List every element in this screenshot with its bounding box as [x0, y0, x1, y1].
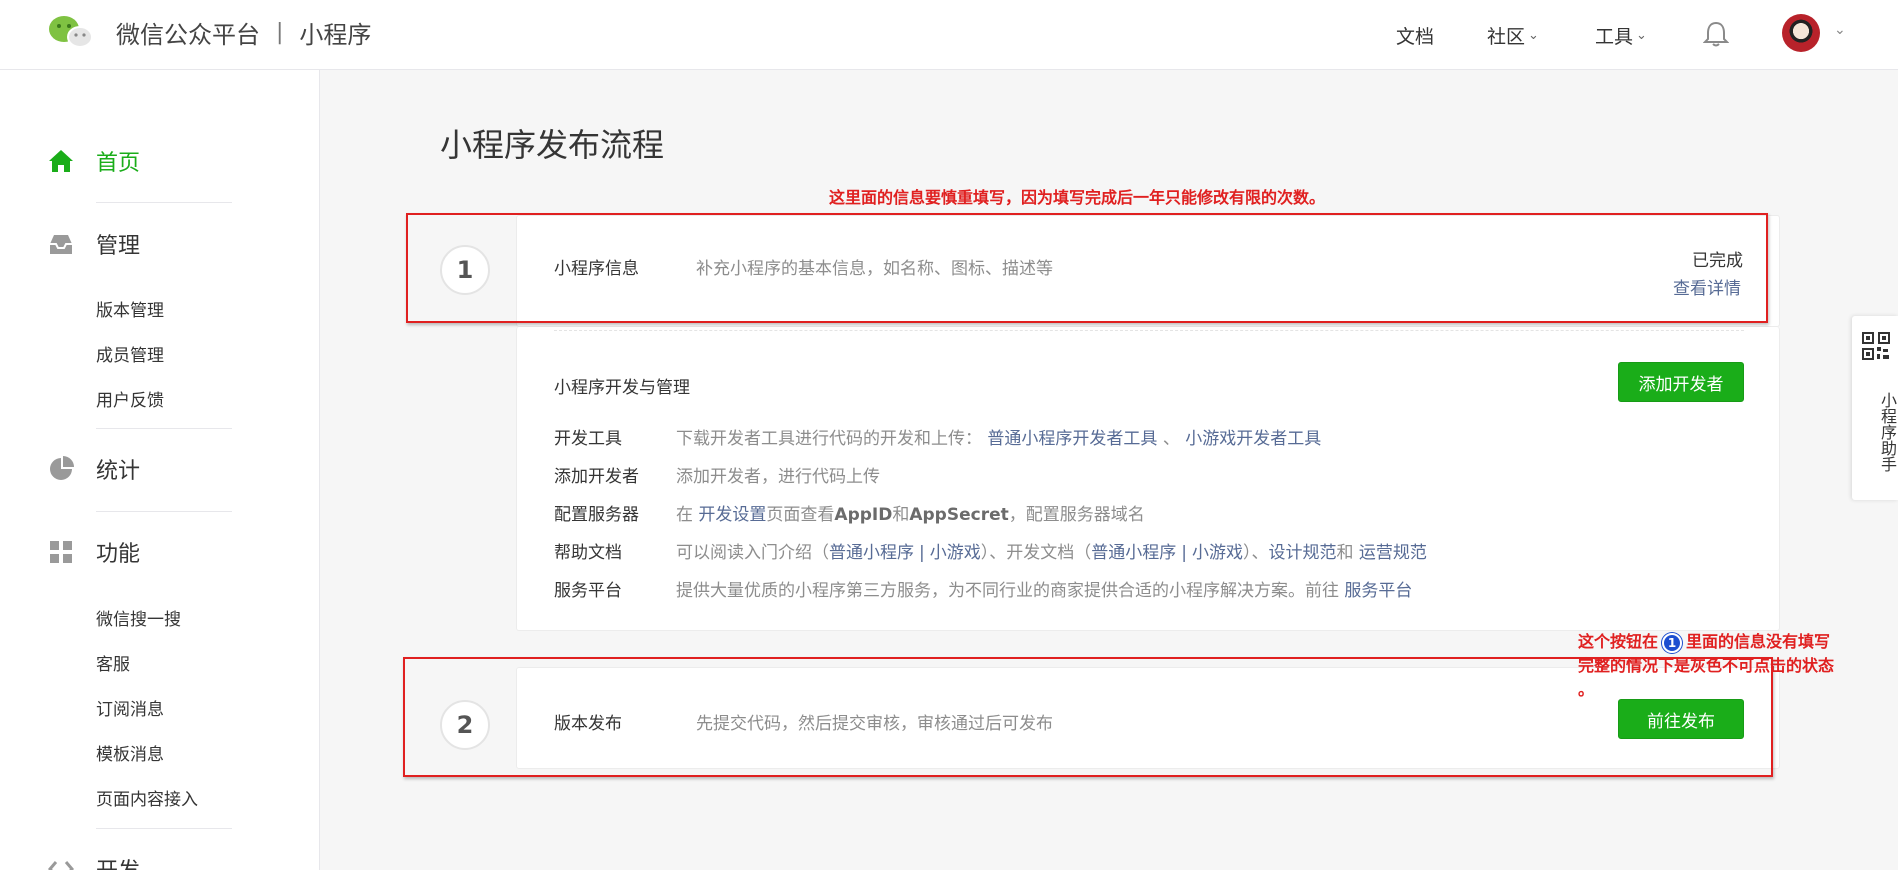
sidebar-item-template-msg[interactable]: 模板消息	[96, 740, 164, 765]
divider	[96, 828, 232, 829]
bell-icon[interactable]	[1703, 20, 1729, 48]
mini-program-devtools-link[interactable]: 普通小程序开发者工具	[987, 429, 1157, 449]
row-desc-text: 提供大量优质的小程序第三方服务，为不同行业的商家提供合适的小程序解决方案。前往	[676, 581, 1345, 601]
sidebar-item-member-manage[interactable]: 成员管理	[96, 341, 164, 366]
sidebar-item-label: 开发	[96, 853, 140, 870]
docs-mini-program-link[interactable]: 普通小程序	[1091, 543, 1176, 563]
sidebar-item-subscribe-msg[interactable]: 订阅消息	[96, 695, 164, 720]
sidebar: 首页 管理 版本管理 成员管理 用户反馈 统计 功能 微信搜一搜 客服 订阅消息…	[0, 70, 320, 870]
annotation-box-step1	[406, 213, 1768, 323]
annotation-box-step2	[403, 657, 1773, 777]
sidebar-item-customer-service[interactable]: 客服	[96, 650, 130, 675]
assistant-label: 小程序助手	[1878, 392, 1897, 472]
divider	[96, 428, 232, 429]
brand-separator: |	[276, 19, 284, 45]
qr-code-icon	[1862, 332, 1890, 360]
row-desc-add-dev: 添加开发者，进行代码上传	[676, 467, 880, 487]
nav-community[interactable]: 社区 ⌄	[1487, 20, 1539, 50]
row-label-server: 配置服务器	[554, 505, 639, 525]
brand: 微信公众平台 | 小程序	[116, 14, 371, 50]
row-desc-text: 下载开发者工具进行代码的开发和上传：	[676, 429, 982, 449]
sidebar-item-user-feedback[interactable]: 用户反馈	[96, 386, 164, 411]
step-number-badge: 1	[1662, 632, 1683, 653]
sidebar-item-dev[interactable]: 开发	[48, 853, 140, 870]
home-icon	[49, 150, 73, 172]
row-desc-text: ）、	[1242, 543, 1269, 563]
sidebar-item-label: 功能	[96, 542, 141, 567]
sidebar-item-version-manage[interactable]: 版本管理	[96, 296, 164, 321]
sidebar-item-features[interactable]: 功能	[48, 536, 140, 568]
annotation-line1: 这个按钮在 1 里面的信息没有填写	[1578, 630, 1868, 654]
annotation-text: 这个按钮在	[1578, 632, 1659, 651]
top-header: 微信公众平台 | 小程序 文档 社区 ⌄ 工具 ⌄ ⌄	[0, 0, 1898, 70]
row-desc-service: 提供大量优质的小程序第三方服务，为不同行业的商家提供合适的小程序解决方案。前往 …	[676, 576, 1412, 601]
pie-chart-icon	[50, 456, 74, 480]
row-label-dev-tools: 开发工具	[554, 429, 622, 449]
intro-mini-program-link[interactable]: 普通小程序	[829, 543, 914, 563]
appid-text: AppID	[834, 505, 893, 525]
sidebar-item-manage[interactable]: 管理	[48, 228, 140, 260]
row-desc-dev-tools: 下载开发者工具进行代码的开发和上传： 普通小程序开发者工具 、 小游戏开发者工具	[676, 424, 1321, 449]
annotation-line3: 。	[1578, 680, 1595, 699]
row-desc-text: 可以阅读入门介绍（	[676, 543, 829, 563]
row-desc-text: 页面查看	[766, 505, 835, 525]
nav-docs-label: 文档	[1396, 25, 1435, 48]
appsecret-text: AppSecret	[909, 505, 1009, 525]
row-label-service: 服务平台	[554, 581, 622, 601]
docs-minigame-link[interactable]: 小游戏	[1192, 543, 1243, 563]
divider	[554, 330, 1744, 331]
annotation-line2: 完整的情况下是灰色不可点击的状态	[1578, 656, 1835, 675]
wechat-logo-icon[interactable]	[48, 14, 94, 50]
separator: |	[1181, 543, 1187, 563]
add-developer-button[interactable]: 添加开发者	[1618, 362, 1744, 402]
row-desc-server: 在 开发设置页面查看AppID和AppSecret，配置服务器域名	[676, 500, 1145, 525]
chevron-down-icon[interactable]: ⌄	[1834, 22, 1846, 38]
sidebar-item-label: 管理	[96, 234, 141, 259]
chevron-down-icon: ⌄	[1528, 27, 1539, 43]
service-platform-link[interactable]: 服务平台	[1344, 581, 1412, 601]
nav-docs[interactable]: 文档	[1396, 20, 1434, 50]
annotation-text: 里面的信息没有填写	[1686, 632, 1831, 651]
row-desc-text: ）、开发文档（	[980, 543, 1092, 563]
row-desc-text: 和	[892, 505, 910, 525]
separator: |	[919, 543, 925, 563]
nav-community-label: 社区	[1487, 25, 1526, 48]
code-icon	[48, 861, 74, 870]
sidebar-item-label: 首页	[96, 151, 141, 176]
page-title: 小程序发布流程	[440, 126, 665, 164]
grid-icon	[50, 541, 72, 563]
sidebar-item-stats[interactable]: 统计	[48, 453, 140, 485]
row-label-add-dev: 添加开发者	[554, 467, 639, 487]
dev-settings-link[interactable]: 开发设置	[698, 505, 766, 525]
brand-main: 微信公众平台	[116, 20, 260, 49]
sidebar-item-label: 统计	[96, 459, 141, 484]
dev-section-title: 小程序开发与管理	[554, 378, 690, 398]
divider	[96, 202, 232, 203]
chevron-down-icon: ⌄	[1636, 27, 1647, 43]
avatar[interactable]	[1782, 14, 1820, 52]
mini-program-assistant[interactable]: 小程序助手	[1852, 316, 1898, 500]
intro-minigame-link[interactable]: 小游戏	[930, 543, 981, 563]
row-desc-help: 可以阅读入门介绍（普通小程序 | 小游戏）、开发文档（普通小程序 | 小游戏）、设计规范…	[676, 538, 1427, 563]
separator: 、	[1162, 429, 1180, 449]
sidebar-item-wechat-search[interactable]: 微信搜一搜	[96, 605, 181, 630]
row-desc-text: 在	[676, 505, 699, 525]
sidebar-item-page-content[interactable]: 页面内容接入	[96, 785, 198, 810]
annotation-note-top: 这里面的信息要慎重填写，因为填写完成后一年只能修改有限的次数。	[829, 188, 1326, 207]
annotation-note-bottom: 这个按钮在 1 里面的信息没有填写 完整的情况下是灰色不可点击的状态 。	[1578, 630, 1868, 702]
minigame-devtools-link[interactable]: 小游戏开发者工具	[1185, 429, 1321, 449]
nav-tools[interactable]: 工具 ⌄	[1595, 20, 1647, 50]
sidebar-item-home[interactable]: 首页	[48, 145, 140, 177]
brand-sub: 小程序	[299, 20, 372, 49]
nav-tools-label: 工具	[1595, 25, 1634, 48]
design-guide-link[interactable]: 设计规范	[1268, 543, 1336, 563]
row-desc-text: ，配置服务器域名	[1008, 505, 1145, 525]
operation-guide-link[interactable]: 运营规范	[1359, 543, 1427, 563]
divider	[96, 511, 232, 512]
inbox-icon	[50, 235, 72, 254]
row-desc-text: 和	[1336, 543, 1354, 563]
row-label-help: 帮助文档	[554, 543, 622, 563]
